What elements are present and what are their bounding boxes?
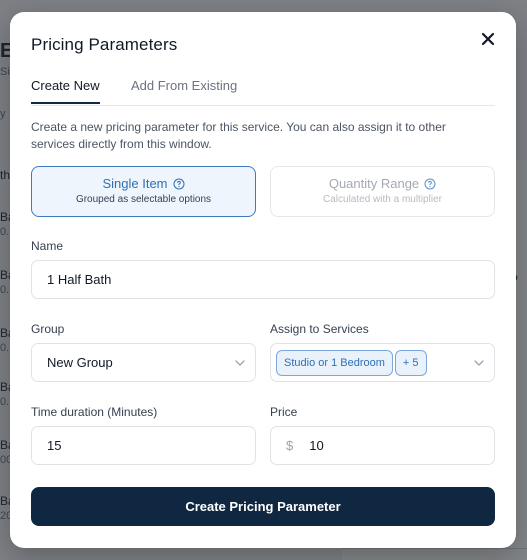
type-option-single-item[interactable]: Single Item Grouped as selectable option… — [31, 166, 256, 217]
service-chips: Studio or 1 Bedroom + 5 — [271, 349, 473, 376]
modal-title: Pricing Parameters — [31, 35, 178, 54]
price-input[interactable] — [293, 438, 494, 453]
type-option-quantity-range[interactable]: Quantity Range Calculated with a multipl… — [270, 166, 495, 217]
type-option-title: Single Item — [102, 176, 168, 191]
help-circle-icon[interactable] — [424, 178, 436, 190]
tab-bar: Create New Add From Existing — [31, 76, 495, 106]
price-field-wrapper: $ — [270, 426, 495, 465]
currency-symbol: $ — [286, 438, 294, 453]
help-circle-icon[interactable] — [173, 178, 185, 190]
type-option-subtitle: Grouped as selectable options — [75, 194, 212, 205]
create-pricing-parameter-button[interactable]: Create Pricing Parameter — [31, 487, 495, 526]
name-label: Name — [31, 239, 64, 253]
close-icon — [481, 32, 495, 46]
price-label: Price — [270, 405, 298, 419]
service-chip[interactable]: Studio or 1 Bedroom — [276, 349, 393, 376]
type-option-title: Quantity Range — [328, 176, 420, 191]
chevron-down-icon — [474, 359, 484, 366]
group-select[interactable]: New Group — [31, 343, 256, 382]
tab-add-from-existing[interactable]: Add From Existing — [131, 78, 237, 102]
type-option-subtitle: Calculated with a multiplier — [323, 194, 442, 205]
duration-label: Time duration (Minutes) — [31, 405, 158, 419]
duration-input[interactable] — [32, 438, 255, 453]
duration-field-wrapper — [31, 426, 256, 465]
pricing-parameters-modal: Pricing Parameters Create New Add From E… — [10, 12, 516, 548]
name-field-wrapper — [31, 260, 495, 299]
tab-create-new[interactable]: Create New — [31, 78, 100, 104]
chevron-down-icon — [235, 359, 245, 366]
modal-description: Create a new pricing parameter for this … — [31, 120, 446, 151]
name-input[interactable] — [32, 272, 494, 287]
close-button[interactable] — [478, 29, 498, 49]
group-label: Group — [31, 322, 65, 336]
group-select-value: New Group — [47, 355, 113, 370]
assign-services-select[interactable]: Studio or 1 Bedroom + 5 — [270, 343, 495, 382]
more-services-chip[interactable]: + 5 — [394, 349, 427, 376]
assign-services-label: Assign to Services — [270, 322, 369, 336]
